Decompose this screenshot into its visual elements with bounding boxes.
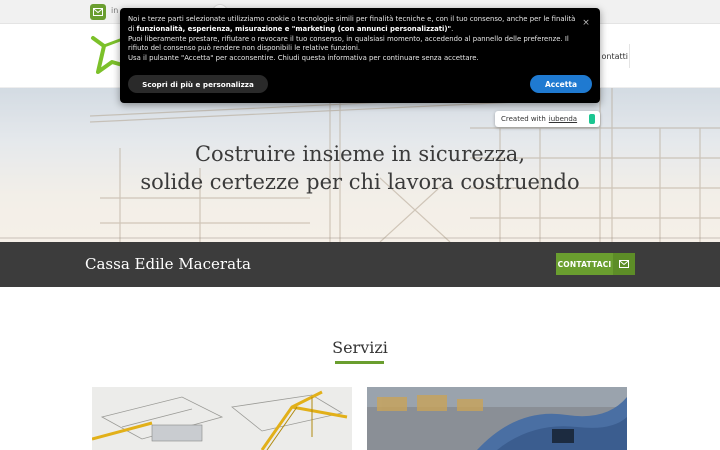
hero-title: Costruire insieme in sicurezza, solide c… [0, 140, 720, 196]
service-card-2-image [367, 387, 627, 450]
contact-button-label: CONTATTACI [557, 259, 612, 269]
service-card-1-image [92, 387, 352, 450]
hero-title-line-1: Costruire insieme in sicurezza, [194, 142, 525, 166]
contact-button[interactable]: CONTATTACI [556, 253, 635, 275]
cookie-paragraph-1: Noi e terze parti selezionate utilizziam… [128, 15, 576, 35]
badge-prefix: Created with [501, 115, 546, 123]
cookie-text: Noi e terze parti selezionate utilizziam… [128, 15, 576, 64]
iubenda-badge[interactable]: Created with iubenda [495, 111, 600, 127]
envelope-icon [613, 253, 635, 275]
cookie-p1-end: . [451, 24, 454, 33]
service-card-2[interactable] [367, 387, 627, 450]
nav-item-contatti[interactable]: ontatti [602, 52, 629, 61]
email-link[interactable]: in [111, 6, 118, 15]
accept-button[interactable]: Accetta [530, 75, 592, 93]
title-band: Cassa Edile Macerata CONTATTACI [0, 242, 720, 287]
services-underline [335, 361, 384, 364]
page: in ontatti Costruire insieme in sicurezz… [0, 0, 720, 450]
cookie-paragraph-2: Puoi liberamente prestare, rifiutare o r… [128, 34, 569, 53]
band-title: Cassa Edile Macerata [85, 255, 251, 273]
cookie-paragraph-3: Usa il pulsante "Accetta" per acconsenti… [128, 54, 479, 63]
nav-separator [629, 44, 630, 68]
service-card-1[interactable] [92, 387, 352, 450]
customize-button[interactable]: Scopri di più e personalizza [128, 75, 268, 93]
iubenda-mark-icon [589, 114, 595, 124]
hero-title-line-2: solide certezze per chi lavora costruend… [140, 170, 580, 194]
cookie-banner: Noi e terze parti selezionate utilizziam… [120, 8, 600, 103]
iubenda-link[interactable]: iubenda [549, 115, 577, 123]
cookie-p1-bold: funzionalità, esperienza, misurazione e … [136, 24, 452, 33]
mail-icon[interactable] [90, 4, 106, 20]
close-icon[interactable]: × [581, 18, 591, 28]
services-title: Servizi [332, 338, 388, 357]
hero: Costruire insieme in sicurezza, solide c… [0, 88, 720, 242]
